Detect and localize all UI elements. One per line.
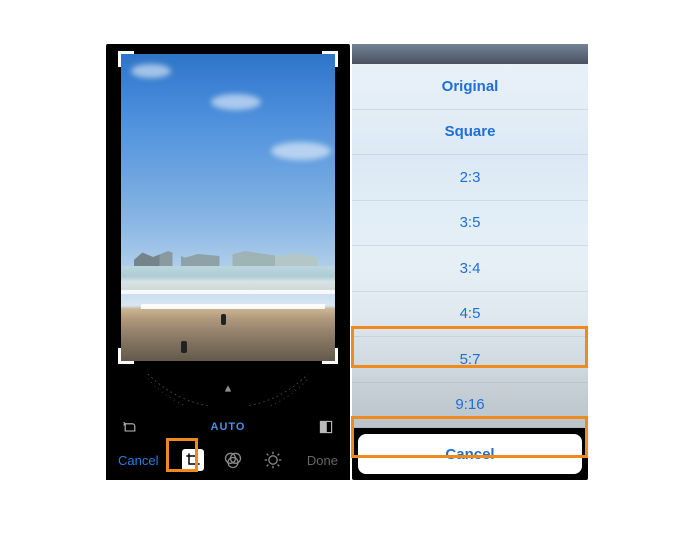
photo-person: [221, 314, 226, 325]
aspect-ratio-option-original[interactable]: Original: [352, 64, 588, 110]
sheet-cancel-button[interactable]: Cancel: [358, 434, 582, 474]
editor-bottom-bar: Cancel Done: [106, 440, 350, 480]
option-label: Square: [445, 123, 496, 140]
cancel-button[interactable]: Cancel: [118, 453, 158, 468]
option-label: Original: [442, 78, 499, 95]
option-label: 3:4: [460, 260, 481, 277]
aspect-ratio-option-5-7[interactable]: 5:7: [352, 337, 588, 383]
adjust-tool-icon[interactable]: [262, 449, 284, 471]
aspect-ratio-option-4-5[interactable]: 4:5: [352, 292, 588, 338]
aspect-ratio-option-3-5[interactable]: 3:5: [352, 201, 588, 247]
crop-tool-icon[interactable]: [182, 449, 204, 471]
aspect-ratio-icon[interactable]: [318, 419, 334, 435]
done-button[interactable]: Done: [307, 453, 338, 468]
cloud-decoration: [211, 94, 261, 110]
aspect-ratio-sheet: Original Square 2:3 3:5 3:4 4:5 5:7 9:16: [352, 44, 588, 428]
aspect-ratio-option-2-3[interactable]: 2:3: [352, 155, 588, 201]
aspect-ratio-option-9-16[interactable]: 9:16: [352, 383, 588, 429]
cloud-decoration: [271, 142, 331, 160]
sheet-header-bg: [352, 44, 588, 64]
photo-person: [181, 341, 187, 353]
crop-handle-bottom-right[interactable]: [322, 348, 338, 364]
photo-wave: [121, 290, 335, 294]
photo-water: [121, 266, 335, 292]
aspect-ratio-sheet-panel: Original Square 2:3 3:5 3:4 4:5 5:7 9:16…: [352, 44, 588, 480]
photo-editor-panel: AUTO Cancel Done: [106, 44, 350, 480]
crop-handle-top-right[interactable]: [322, 51, 338, 67]
aspect-ratio-option-3-4[interactable]: 3:4: [352, 246, 588, 292]
crop-handle-top-left[interactable]: [118, 51, 134, 67]
option-label: 9:16: [455, 396, 484, 413]
photo-wave: [141, 304, 326, 309]
editor-tools: [182, 449, 284, 471]
aspect-ratio-list: Original Square 2:3 3:5 3:4 4:5 5:7 9:16: [352, 64, 588, 428]
cancel-label: Cancel: [445, 446, 494, 463]
cloud-decoration: [131, 64, 171, 78]
rotate-icon[interactable]: [122, 419, 138, 435]
option-label: 2:3: [460, 169, 481, 186]
option-label: 5:7: [460, 351, 481, 368]
photo-crop-area[interactable]: [121, 54, 335, 361]
photo-mountains: [121, 239, 335, 269]
crop-options-row: AUTO: [106, 414, 350, 440]
auto-label[interactable]: AUTO: [211, 421, 246, 433]
crop-handle-bottom-left[interactable]: [118, 348, 134, 364]
aspect-ratio-option-square[interactable]: Square: [352, 110, 588, 156]
option-label: 3:5: [460, 214, 481, 231]
option-label: 4:5: [460, 305, 481, 322]
filters-tool-icon[interactable]: [222, 449, 244, 471]
rotation-dial[interactable]: [136, 374, 320, 406]
